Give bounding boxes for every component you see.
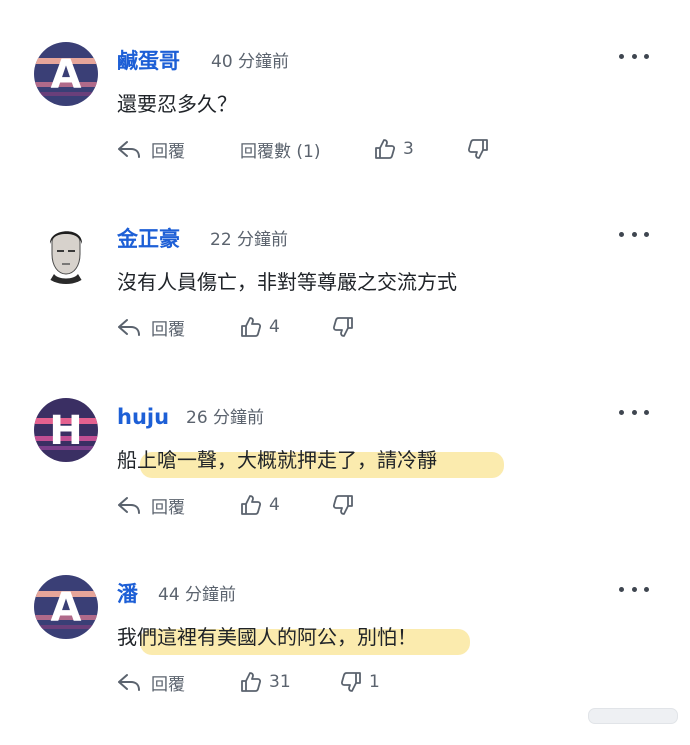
avatar[interactable]: A: [34, 42, 98, 106]
thumbs-down-icon: [340, 672, 361, 692]
more-options-icon[interactable]: [619, 579, 649, 599]
dislike-button[interactable]: 1: [340, 667, 380, 697]
svg-text:A: A: [51, 585, 82, 631]
home-indicator: [588, 708, 678, 724]
like-button[interactable]: 31: [240, 667, 291, 697]
reply-icon: [118, 319, 140, 336]
reply-button[interactable]: 回覆: [117, 667, 185, 697]
view-replies-button[interactable]: 回覆數 (1): [240, 134, 320, 164]
timestamp: 44 分鐘前: [158, 585, 237, 605]
thumbs-up-icon: [241, 672, 262, 692]
avatar[interactable]: A: [34, 575, 98, 639]
timestamp: 26 分鐘前: [186, 408, 265, 428]
more-options-icon[interactable]: [619, 402, 649, 422]
username[interactable]: 潘: [117, 581, 138, 607]
dislike-button[interactable]: [332, 312, 361, 342]
reply-button[interactable]: 回覆: [117, 312, 185, 342]
more-options-icon[interactable]: [619, 46, 649, 66]
thumbs-down-icon: [332, 495, 353, 515]
comment-text: 沒有人員傷亡，非對等尊嚴之交流方式: [117, 270, 457, 294]
username[interactable]: 鹹蛋哥: [117, 48, 180, 74]
comment-item: 金正豪 22 分鐘前 沒有人員傷亡，非對等尊嚴之交流方式 回覆 4: [0, 220, 690, 390]
reply-icon: [118, 141, 140, 158]
avatar[interactable]: [34, 220, 98, 284]
thumbs-down-icon: [467, 139, 488, 159]
comment-item: A 鹹蛋哥 40 分鐘前 還要忍多久？ 回覆 回覆數 (1) 3: [0, 42, 690, 212]
comment-item: H huju 26 分鐘前 船上嗆一聲，大概就押走了，請冷靜 回覆 4: [0, 398, 690, 568]
thumbs-up-icon: [241, 495, 262, 515]
comment-item: A 潘 44 分鐘前 我們這裡有美國人的阿公，別怕！ 回覆 31 1: [0, 575, 690, 745]
comment-text: 船上嗆一聲，大概就押走了，請冷靜: [117, 448, 437, 472]
reply-icon: [118, 497, 140, 514]
avatar[interactable]: H: [34, 398, 98, 462]
more-options-icon[interactable]: [619, 224, 649, 244]
thumbs-up-icon: [241, 317, 262, 337]
thumbs-up-icon: [375, 139, 396, 159]
reply-button[interactable]: 回覆: [117, 134, 185, 164]
dislike-button[interactable]: [467, 134, 496, 164]
username[interactable]: 金正豪: [117, 226, 180, 252]
dislike-button[interactable]: [332, 490, 361, 520]
timestamp: 40 分鐘前: [211, 52, 290, 72]
like-button[interactable]: 4: [240, 312, 280, 342]
comment-text: 還要忍多久？: [117, 92, 237, 116]
timestamp: 22 分鐘前: [210, 230, 289, 250]
like-button[interactable]: 3: [374, 134, 414, 164]
svg-text:H: H: [49, 408, 82, 454]
person-photo-icon: [34, 220, 98, 284]
username[interactable]: huju: [117, 404, 169, 430]
reply-button[interactable]: 回覆: [117, 490, 185, 520]
thumbs-down-icon: [332, 317, 353, 337]
svg-text:A: A: [51, 52, 82, 98]
like-button[interactable]: 4: [240, 490, 280, 520]
comment-text: 我們這裡有美國人的阿公，別怕！: [117, 625, 417, 649]
reply-icon: [118, 674, 140, 691]
